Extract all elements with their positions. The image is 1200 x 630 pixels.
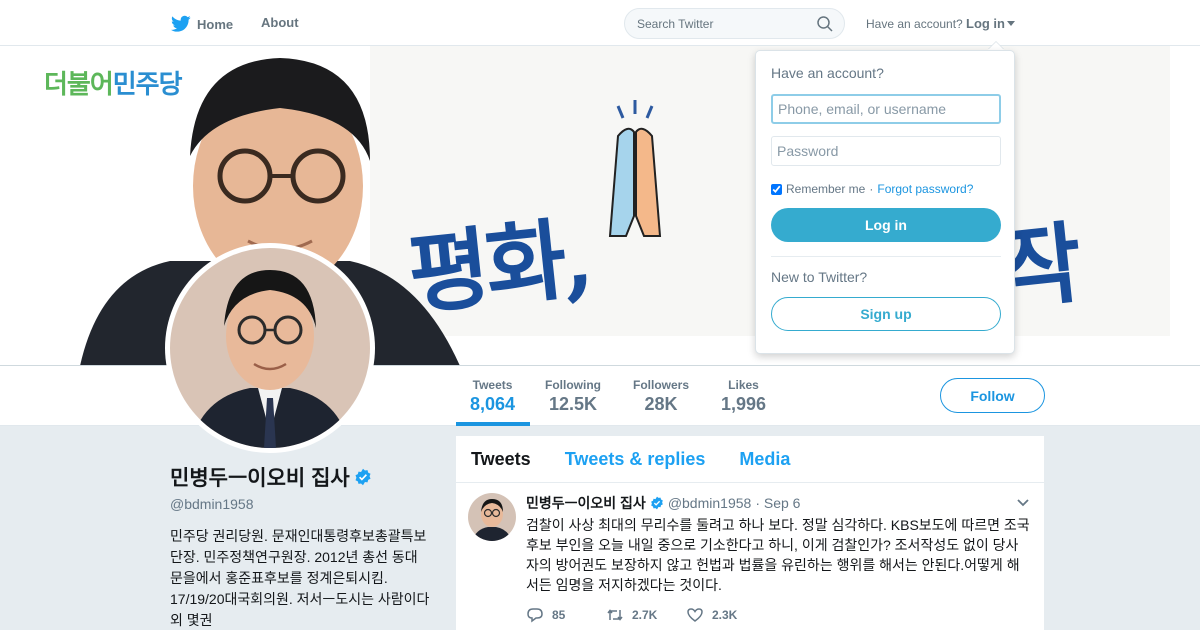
profile-handle[interactable]: @bdmin1958 [170,496,430,512]
new-to-twitter-text: New to Twitter? [771,269,868,285]
nav-about-label: About [261,15,299,30]
remember-me-checkbox[interactable] [771,183,782,195]
party-logo: 더불어민주당 [44,64,183,101]
nav-home-link[interactable]: Home [171,15,233,33]
tab-media[interactable]: Media [739,449,790,470]
caret-down-icon [1007,21,1015,26]
password-field[interactable] [771,136,1001,166]
stat-likes[interactable]: Likes 1,996 [721,378,766,415]
stat-value: 8,064 [470,394,516,414]
stat-label: Followers [633,378,690,392]
remember-me-label[interactable]: Remember me [786,182,865,196]
tweet-text: 검찰이 사상 최대의 무리수를 둘려고 하나 보다. 정말 심각하다. KBS보… [526,517,1030,593]
reply-button[interactable]: 85 [526,607,586,623]
signup-button[interactable]: Sign up [771,297,1001,331]
heart-icon [687,608,703,622]
profile-name[interactable]: 민병두ㅡ이오비 집사 [170,462,350,492]
banner-slogan-left: 평화, [403,204,595,328]
tweet-header: 민병두ㅡ이오비 집사 @bdmin1958 · Sep 6 [526,493,1029,513]
search-box [624,8,845,39]
stat-value: 1,996 [721,394,767,414]
separator-dot: · [869,182,874,196]
active-stat-underline [456,422,530,426]
profile-name-row: 민병두ㅡ이오비 집사 [170,462,430,492]
forgot-password-link[interactable]: Forgot password? [877,182,973,196]
like-count: 2.3K [712,608,738,622]
like-button[interactable]: 2.3K [686,607,746,623]
profile-avatar[interactable] [165,243,375,453]
login-toggle-label: Log in [966,16,1005,31]
search-icon[interactable] [817,16,833,32]
have-account-text: Have an account? [866,17,963,31]
retweet-icon [607,609,623,621]
timeline-tabs: Tweets Tweets & replies Media [456,436,1044,483]
tweet-avatar[interactable] [468,493,516,541]
dropdown-caret [988,42,1004,50]
avatar-image [170,248,370,448]
tab-tweets[interactable]: Tweets [471,449,531,470]
tweet-author-name[interactable]: 민병두ㅡ이오비 집사 [526,493,646,513]
stat-following[interactable]: Following 12.5K [545,378,601,415]
dropdown-divider [771,256,1001,257]
dropdown-title: Have an account? [771,65,884,81]
tweet-date[interactable]: · Sep 6 [755,495,800,511]
verified-badge-icon [650,496,663,510]
retweet-count: 2.7K [632,608,658,622]
login-button[interactable]: Log in [771,208,1001,242]
login-dropdown-toggle[interactable]: Log in [966,16,1015,31]
top-navigation-bar: Home About Have an account? Log in [0,0,1200,46]
username-field[interactable] [771,94,1001,124]
chevron-down-icon[interactable] [1016,495,1030,509]
stat-label: Following [545,378,601,392]
retweet-button[interactable]: 2.7K [606,607,666,623]
stat-label: Likes [728,378,759,392]
stat-value: 12.5K [548,394,598,414]
verified-badge-icon [355,468,371,486]
reply-count: 85 [552,608,566,622]
tweet-author-handle[interactable]: @bdmin1958 [668,495,752,511]
profile-info: 민병두ㅡ이오비 집사 @bdmin1958 민주당 권리당원. 문재인대통령후보… [170,462,430,630]
login-dropdown: Have an account? Remember me · Forgot pa… [755,50,1015,354]
profile-bio: 민주당 권리당원. 문재인대통령후보총괄특보단장. 민주정책연구원장. 2012… [170,528,430,628]
stat-label: Tweets [472,378,513,392]
stat-tweets[interactable]: Tweets 8,064 [470,378,515,415]
nav-about-link[interactable]: About [261,15,299,30]
tweet-timeline: Tweets Tweets & replies Media 민병두ㅡ이오비 집사… [456,436,1044,630]
nav-home-label: Home [197,16,234,32]
tab-tweets-and-replies[interactable]: Tweets & replies [565,449,706,470]
stat-value: 28K [644,394,678,414]
twitter-bird-icon [171,15,191,32]
tweet-actions: 85 2.7K 2.3K [526,607,1029,623]
party-logo-part2: 민주당 [112,69,183,99]
search-input[interactable] [625,9,805,38]
remember-row: Remember me · Forgot password? [771,182,999,196]
party-logo-part1: 더불어 [44,69,114,99]
follow-button[interactable]: Follow [940,378,1045,413]
reply-icon [527,608,543,623]
stat-followers[interactable]: Followers 28K [633,378,689,415]
tweet-item[interactable]: 민병두ㅡ이오비 집사 @bdmin1958 · Sep 6 검찰이 사상 최대의… [456,483,1044,623]
